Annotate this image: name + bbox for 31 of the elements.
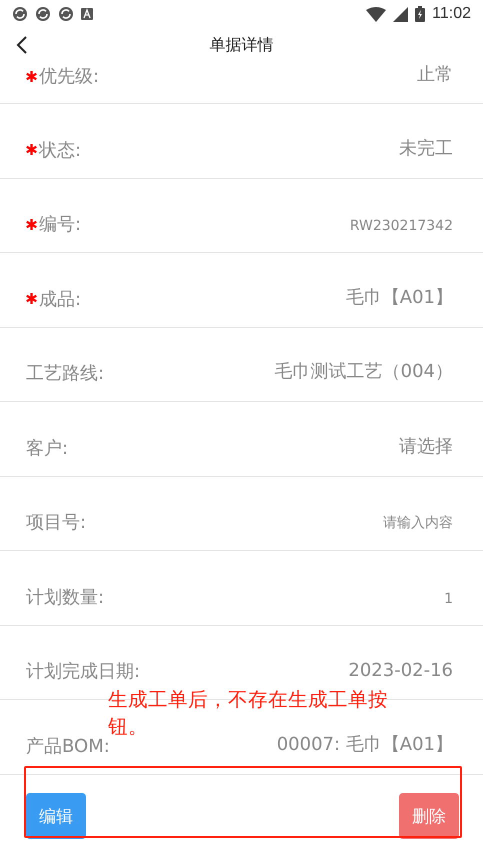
field-label: 优先级: [39,65,100,88]
field-value[interactable]: 毛巾【A01】 [346,284,453,308]
field-value[interactable]: 2023-02-16 [348,660,453,681]
field-label: 编号: [39,213,82,236]
edit-button[interactable]: 编辑 [26,793,86,839]
field-label: 成品: [39,288,82,310]
field-label: 工艺路线: [26,362,104,385]
sync-icon [12,6,28,22]
field-label: 客户: [26,436,68,460]
field-value[interactable]: 毛巾测试工艺（004） [274,359,453,383]
signal-icon [393,6,408,22]
field-value[interactable]: 请选择 [399,434,453,458]
field-value[interactable]: 止常 [417,62,453,86]
field-label: 状态: [39,138,82,162]
field-value[interactable]: 请输入内容 [383,514,453,532]
field-label: 计划完成日期: [26,660,140,683]
field-label: 项目号: [26,511,86,534]
page-title: 单据详情 [210,34,274,56]
field-label: 计划数量: [26,586,104,608]
wifi-icon [366,6,386,22]
delete-button[interactable]: 删除 [399,793,459,839]
sync-icon [58,6,74,22]
field-value[interactable]: 未完工 [399,136,453,160]
field-value[interactable]: 1 [444,590,453,606]
field-value[interactable]: RW230217342 [350,218,453,234]
clock-time: 11:02 [432,5,471,23]
sync-icon [35,6,51,22]
back-icon[interactable] [16,36,28,54]
field-label: 产品BOM: [26,735,110,758]
battery-icon [415,6,426,22]
app-icon [81,8,93,20]
